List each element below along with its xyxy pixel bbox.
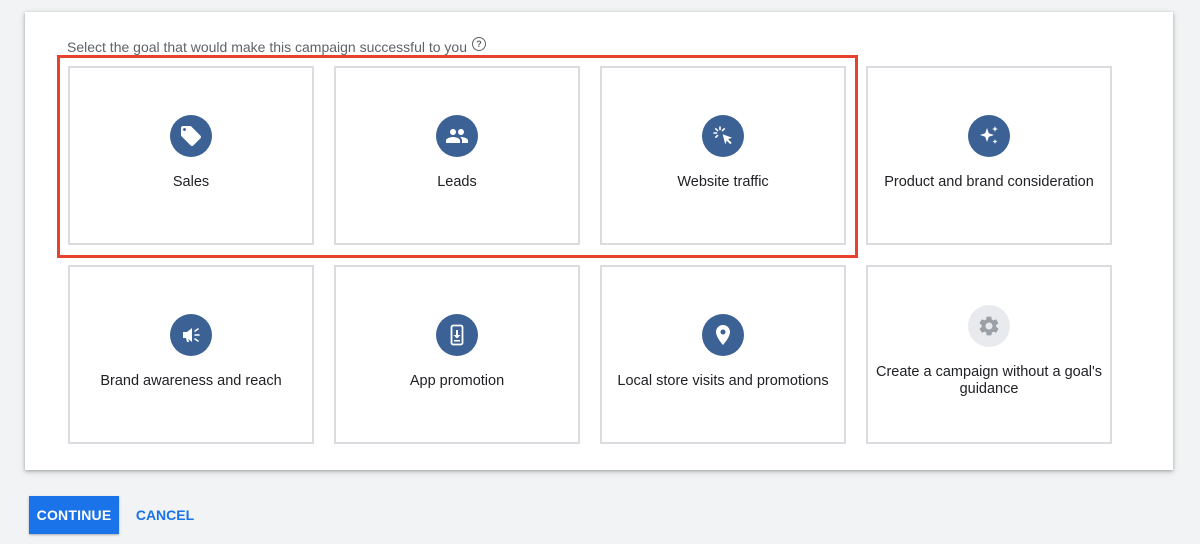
- megaphone-icon: [170, 314, 212, 356]
- goal-card-local-store-visits[interactable]: Local store visits and promotions: [600, 265, 846, 444]
- goal-prompt: Select the goal that would make this cam…: [67, 37, 486, 55]
- goal-card-product-brand-consideration[interactable]: Product and brand consideration: [866, 66, 1112, 245]
- sparkle-icon: [968, 115, 1010, 157]
- help-icon[interactable]: ?: [472, 37, 486, 51]
- continue-button[interactable]: CONTINUE: [29, 496, 119, 534]
- cancel-button[interactable]: CANCEL: [129, 496, 201, 534]
- goal-card-website-traffic[interactable]: Website traffic: [600, 66, 846, 245]
- goal-label: Website traffic: [677, 174, 769, 190]
- goal-label: Local store visits and promotions: [617, 373, 829, 389]
- goal-card-brand-awareness[interactable]: Brand awareness and reach: [68, 265, 314, 444]
- goal-prompt-text: Select the goal that would make this cam…: [67, 39, 467, 55]
- phone-download-icon: [436, 314, 478, 356]
- goal-label: Leads: [437, 174, 477, 190]
- goal-card-sales[interactable]: Sales: [68, 66, 314, 245]
- goal-label: Brand awareness and reach: [100, 373, 282, 389]
- goal-card-no-guidance[interactable]: Create a campaign without a goal's guida…: [866, 265, 1112, 444]
- goal-card-leads[interactable]: Leads: [334, 66, 580, 245]
- goal-label: Sales: [172, 174, 210, 190]
- cursor-click-icon: [702, 115, 744, 157]
- goal-label: App promotion: [409, 373, 505, 389]
- goal-label: Product and brand consideration: [884, 174, 1094, 190]
- goal-label: Create a campaign without a goal's guida…: [875, 364, 1103, 397]
- people-icon: [436, 115, 478, 157]
- tag-icon: [170, 115, 212, 157]
- goal-card-app-promotion[interactable]: App promotion: [334, 265, 580, 444]
- location-pin-icon: [702, 314, 744, 356]
- gear-icon: [968, 305, 1010, 347]
